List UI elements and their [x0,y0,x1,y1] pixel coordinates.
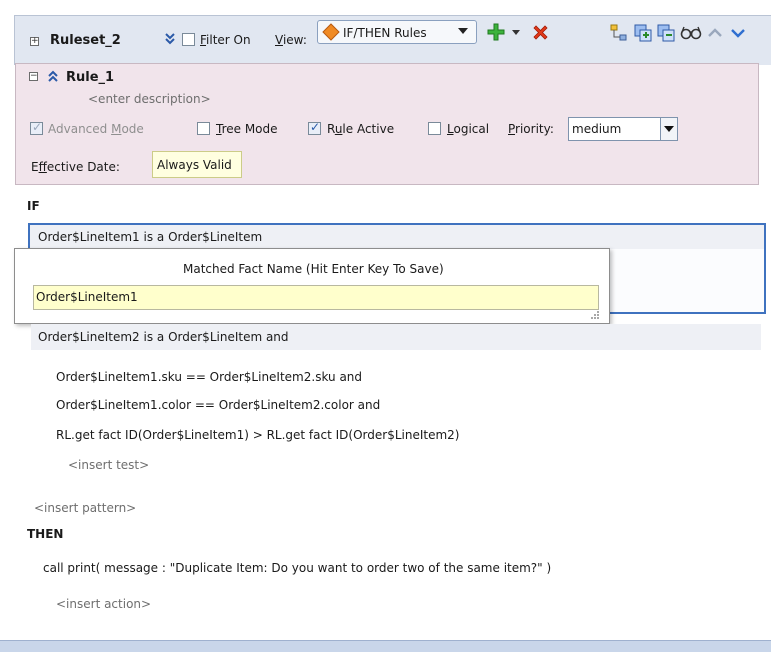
tree-icon[interactable] [610,24,628,42]
effective-date-label-a: E [31,160,39,174]
glasses-icon[interactable] [680,26,702,40]
logical-label-rest: ogical [453,122,490,136]
advanced-mode-mnemonic: M [111,122,122,136]
copy-icon[interactable] [634,24,652,42]
insert-action-placeholder[interactable]: <insert action> [56,597,151,611]
add-green-plus-icon[interactable] [487,23,505,41]
rule-active-label: Rule Active [327,122,394,136]
priority-select-value: medium [572,122,622,136]
expand-icon[interactable]: + [30,37,39,46]
priority-mnemonic: P [508,122,516,136]
test-1[interactable]: Order$LineItem1.sku == Order$LineItem2.s… [56,370,362,384]
priority-dropdown-arrow-icon [664,126,674,132]
dropdown-arrow-icon[interactable] [458,28,468,36]
advanced-mode-label: Advanced Mode [48,122,144,136]
logical-label: Logical [447,122,489,136]
collapse-icon[interactable]: − [29,72,38,81]
double-chevron-down-icon[interactable] [164,32,176,46]
test-3[interactable]: RL.get fact ID(Order$LineItem1) > RL.get… [56,428,459,442]
effective-date-value: Always Valid [157,158,232,172]
rule-active-label-b: le Active [342,122,395,136]
add-dropdown-arrow-icon[interactable] [512,30,520,36]
view-select-value: IF/THEN Rules [343,26,427,40]
tree-mode-label-rest: ree Mode [221,122,278,136]
ruleset-name[interactable]: Ruleset_2 [50,33,121,48]
advanced-mode-label-a: Advanced [48,122,112,136]
double-chevron-up-icon[interactable] [47,70,59,84]
pattern-1[interactable]: Order$LineItem1 is a Order$LineItem [38,230,262,244]
rule-active-checkbox[interactable] [308,120,321,135]
tree-mode-checkbox[interactable] [197,122,210,135]
matched-fact-name-value: Order$LineItem1 [36,290,138,304]
insert-pattern-placeholder[interactable]: <insert pattern> [34,501,136,515]
advanced-mode-label-b: ode [121,122,144,136]
effective-date-mnemonic: f [38,160,47,174]
advanced-mode-checkbox [30,120,43,135]
rule-active-label-a: R [327,122,335,136]
view-mnemonic: V [275,33,283,47]
logical-checkbox[interactable] [428,122,441,135]
rule-description-placeholder[interactable]: <enter description> [88,92,211,106]
chevron-up-icon[interactable] [708,28,722,38]
view-label: View: [275,33,307,47]
paste-icon[interactable] [657,24,675,42]
view-label-rest: iew: [282,33,307,47]
insert-test-placeholder[interactable]: <insert test> [68,458,149,472]
priority-label-rest: riority: [515,122,554,136]
if-section-label: IF [27,199,40,213]
filter-on-label: Filter On [200,33,251,47]
pattern-2[interactable]: Order$LineItem2 is a Order$LineItem and [38,330,289,344]
popup-title: Matched Fact Name (Hit Enter Key To Save… [183,262,444,276]
test-2[interactable]: Order$LineItem1.color == Order$LineItem2… [56,398,380,412]
filter-label-rest: ilter On [206,33,251,47]
action-1[interactable]: call print( message : "Duplicate Item: D… [43,561,551,575]
delete-red-x-icon[interactable] [532,24,549,41]
diamond-orange-icon [322,23,340,41]
tree-mode-label: Tree Mode [216,122,278,136]
then-section-label: THEN [27,527,64,541]
resize-grip-icon[interactable] [588,308,600,320]
filter-on-checkbox[interactable] [182,33,195,46]
effective-date-label: Effective Date: [31,160,120,174]
chevron-down-icon[interactable] [731,28,745,38]
priority-label: Priority: [508,122,554,136]
effective-date-label-b: fective Date: [46,160,120,174]
bottom-status-strip [0,640,771,652]
rule-name[interactable]: Rule_1 [66,70,114,85]
